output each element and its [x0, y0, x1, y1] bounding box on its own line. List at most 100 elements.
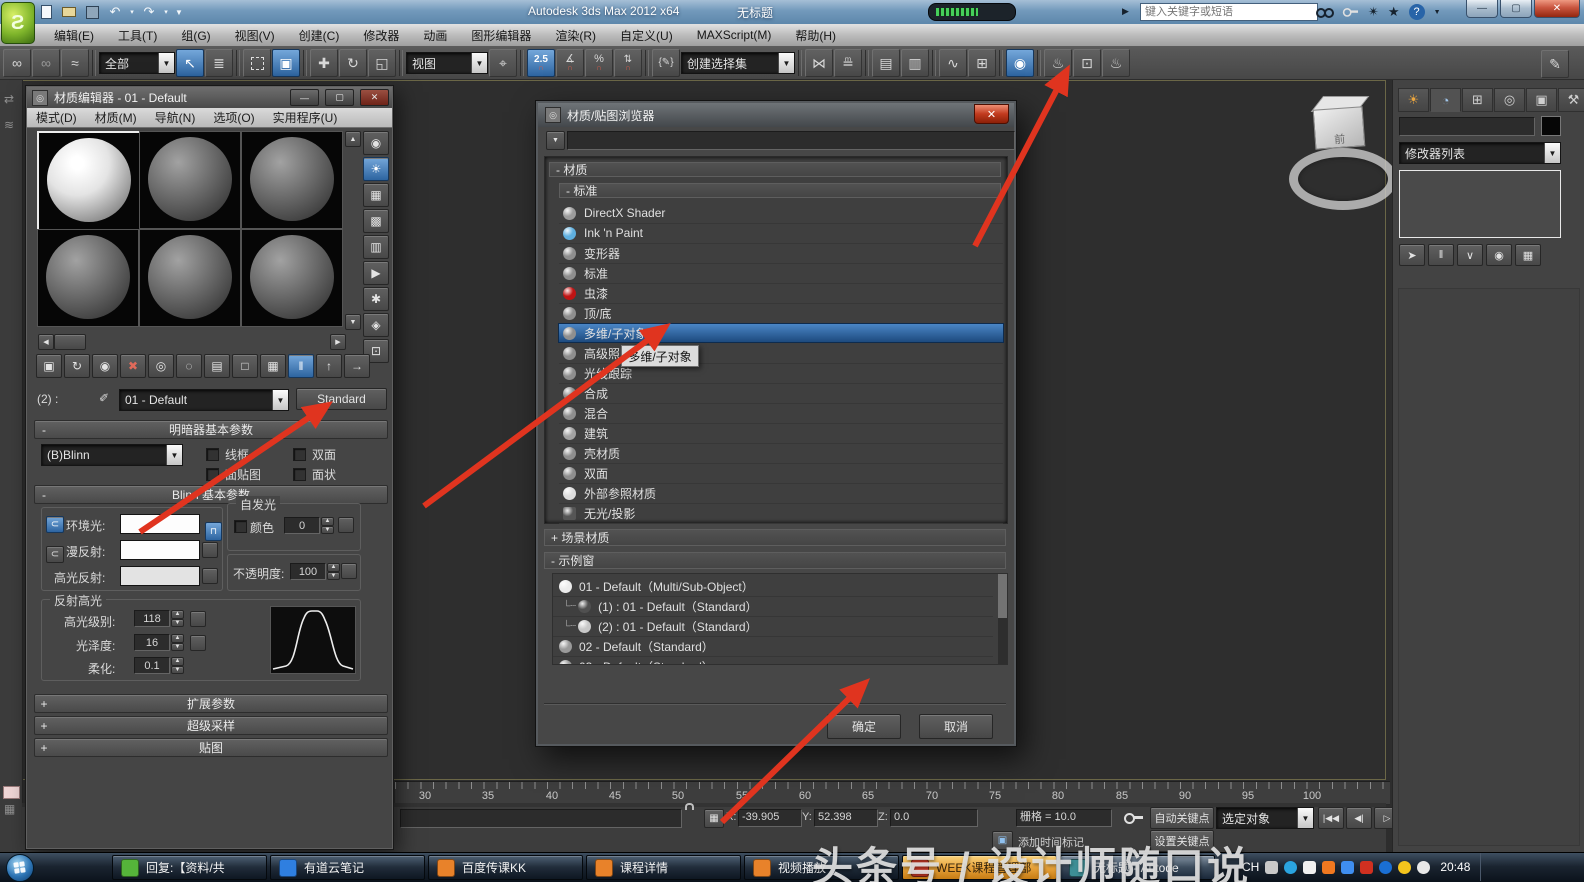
- chevron-down-icon[interactable]: ▼: [471, 53, 487, 73]
- tray-icon[interactable]: [1265, 860, 1279, 874]
- z-coordinate-field[interactable]: 0.0: [890, 809, 978, 827]
- rollout-maps[interactable]: + 贴图: [34, 738, 388, 757]
- menu-help[interactable]: 帮助(H): [783, 27, 848, 44]
- render-setup-icon[interactable]: ♨: [1044, 49, 1072, 77]
- absolute-mode-icon[interactable]: ▦: [704, 809, 724, 828]
- tab-motion-icon[interactable]: ◎: [1494, 88, 1525, 112]
- section-sample-windows[interactable]: - 示例窗: [544, 552, 1006, 569]
- chevron-down-icon[interactable]: ▼: [1544, 143, 1560, 163]
- help-dropdown-icon[interactable]: ▼: [1434, 9, 1441, 16]
- menu-edit[interactable]: 编辑(E): [42, 27, 106, 44]
- spin-down-icon[interactable]: ▼: [171, 642, 184, 651]
- reset-map-icon[interactable]: ✖: [120, 354, 146, 378]
- menu-graph-editors[interactable]: 图形编辑器: [459, 27, 543, 44]
- diffuse-color-swatch[interactable]: [120, 540, 200, 560]
- spin-down-icon[interactable]: ▼: [171, 665, 184, 674]
- scroll-up-icon[interactable]: ▲: [345, 131, 361, 147]
- tray-icon[interactable]: [1379, 860, 1393, 874]
- menu-utilities[interactable]: 实用程序(U): [264, 109, 347, 126]
- search-icon[interactable]: [1316, 6, 1334, 18]
- timeline-ruler[interactable]: 30 35 40 45 50 55 60 65 70 75 80 85 90 9…: [395, 781, 1390, 805]
- close-icon[interactable]: ✕: [974, 104, 1009, 124]
- schematic-view-icon[interactable]: ⊞: [968, 49, 996, 77]
- specular-level-spinner[interactable]: 118 ▲ ▼: [134, 610, 184, 627]
- tray-icon[interactable]: [1417, 860, 1431, 874]
- menu-views[interactable]: 视图(V): [223, 27, 287, 44]
- put-material-to-scene-icon[interactable]: ↻: [64, 354, 90, 378]
- two-sided-checkbox[interactable]: [293, 448, 306, 461]
- browser-options-icon[interactable]: ▼: [546, 131, 565, 150]
- select-by-material-icon[interactable]: ◈: [363, 313, 389, 337]
- select-and-rotate-icon[interactable]: ↻: [339, 49, 367, 77]
- go-forward-to-sibling-icon[interactable]: →: [344, 354, 370, 378]
- specular-map-button[interactable]: [202, 568, 218, 584]
- spin-down-icon[interactable]: ▼: [171, 618, 184, 627]
- make-preview-icon[interactable]: ▶: [363, 261, 389, 285]
- open-file-icon[interactable]: [59, 3, 79, 21]
- communication-center-icon[interactable]: ✴: [1368, 4, 1379, 20]
- tab-utilities-icon[interactable]: ⚒: [1558, 88, 1584, 112]
- reference-coordinate-dropdown[interactable]: 视图 ▼: [406, 52, 488, 74]
- strip-grid-icon[interactable]: ▦: [4, 802, 15, 816]
- angle-snap-icon[interactable]: ∡ ∩: [556, 49, 584, 77]
- select-by-name-icon[interactable]: ≣: [205, 49, 233, 77]
- mirror-icon[interactable]: ⋈: [805, 49, 833, 77]
- favorites-star-icon[interactable]: ★: [1388, 4, 1400, 20]
- color-swatch[interactable]: [3, 786, 20, 799]
- scroll-left-icon[interactable]: ◀: [38, 334, 54, 350]
- lock-icon[interactable]: ⊓: [205, 522, 222, 541]
- layer-manager-icon[interactable]: ▤: [872, 49, 900, 77]
- graphite-ribbon-icon[interactable]: ▥: [901, 49, 929, 77]
- eyedropper-icon[interactable]: ✐: [94, 388, 114, 408]
- new-file-icon[interactable]: [36, 3, 56, 21]
- chevron-down-icon[interactable]: ▼: [158, 53, 174, 73]
- scrollbar-thumb[interactable]: [998, 574, 1007, 618]
- render-production-icon[interactable]: ♨: [1102, 49, 1130, 77]
- viewcube-compass-ring[interactable]: [1289, 148, 1397, 210]
- material-options-icon[interactable]: ✱: [363, 287, 389, 311]
- redo-dropdown-icon[interactable]: ▾: [162, 3, 170, 21]
- maximize-button[interactable]: ▢: [1500, 0, 1532, 18]
- lock-diffuse-specular-icon[interactable]: ⊂: [46, 546, 64, 563]
- x-coordinate-field[interactable]: -39.905: [738, 809, 802, 827]
- material-type-button[interactable]: Standard: [296, 388, 387, 410]
- start-button[interactable]: [6, 854, 34, 882]
- get-material-icon[interactable]: ▣: [36, 354, 62, 378]
- scrollbar-thumb[interactable]: [54, 334, 86, 350]
- opacity-spinner[interactable]: 100 ▲ ▼: [290, 563, 340, 580]
- viewcube[interactable]: 前: [1312, 106, 1366, 150]
- section-materials[interactable]: - 材质: [549, 162, 1001, 177]
- rollout-extended-params[interactable]: + 扩展参数: [34, 694, 388, 713]
- spin-up-icon[interactable]: ▲: [171, 610, 184, 619]
- key-filter-dropdown[interactable]: 选定对象 ▼: [1216, 807, 1314, 829]
- percent-snap-icon[interactable]: % ∩: [585, 49, 613, 77]
- scroll-right-icon[interactable]: ▶: [330, 334, 346, 350]
- selection-filter-dropdown[interactable]: 全部 ▼: [99, 52, 175, 74]
- sample-row[interactable]: 03 - Default（Standard）: [553, 656, 993, 664]
- material-id-channel-icon[interactable]: □: [232, 354, 258, 378]
- material-type-row-selected[interactable]: 多维/子对象: [558, 323, 1004, 343]
- menu-navigation[interactable]: 导航(N): [146, 109, 205, 126]
- face-map-checkbox[interactable]: [206, 468, 219, 481]
- help-icon[interactable]: ?: [1408, 4, 1425, 20]
- strip-wave-icon[interactable]: ≋: [4, 118, 14, 132]
- chevron-down-icon[interactable]: ▼: [778, 53, 794, 73]
- undo-dropdown-icon[interactable]: ▾: [128, 3, 136, 21]
- bind-to-spacewarp-icon[interactable]: ≈: [61, 49, 89, 77]
- window-crossing-icon[interactable]: ▣: [272, 49, 300, 77]
- section-standard[interactable]: - 标准: [559, 183, 1001, 198]
- tray-icon[interactable]: [1284, 860, 1298, 874]
- section-scene-materials[interactable]: + 场景材质: [544, 529, 1006, 546]
- align-icon[interactable]: ≞: [834, 49, 862, 77]
- select-object-icon[interactable]: ↖: [176, 49, 204, 77]
- material-type-row[interactable]: 变形器: [559, 243, 1003, 264]
- material-type-row[interactable]: 壳材质: [559, 443, 1003, 464]
- diffuse-map-button[interactable]: [202, 542, 218, 558]
- browser-search-input[interactable]: [567, 131, 1015, 150]
- menu-animation[interactable]: 动画: [411, 27, 459, 44]
- self-illum-map-button[interactable]: [338, 517, 354, 533]
- material-type-row[interactable]: Ink 'n Paint: [559, 223, 1003, 244]
- material-type-row[interactable]: 建筑: [559, 423, 1003, 444]
- material-editor-titlebar[interactable]: ◎ 材质编辑器 - 01 - Default — ▢ ✕: [27, 87, 392, 108]
- ambient-color-swatch[interactable]: [120, 514, 200, 534]
